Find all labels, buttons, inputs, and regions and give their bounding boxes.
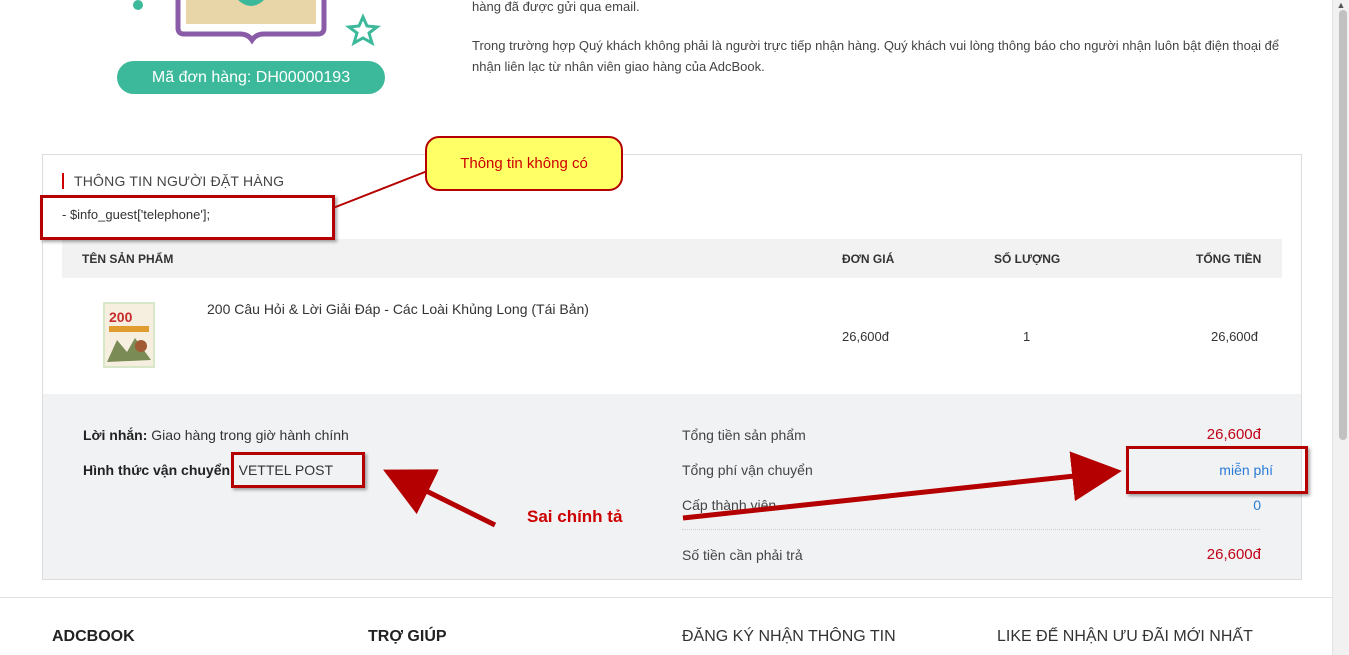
annotation-arrows — [332, 169, 1122, 528]
annotation-typo-label: Sai chính tả — [527, 507, 623, 526]
arrow-to-shipping — [383, 469, 497, 528]
annotation-callout: Thông tin không có — [425, 136, 623, 191]
scrollbar-thumb[interactable] — [1339, 10, 1347, 440]
scroll-up-arrow-icon[interactable]: ▲ — [1335, 0, 1347, 10]
callout-pointer — [332, 169, 431, 209]
arrow-to-fee — [682, 451, 1122, 521]
